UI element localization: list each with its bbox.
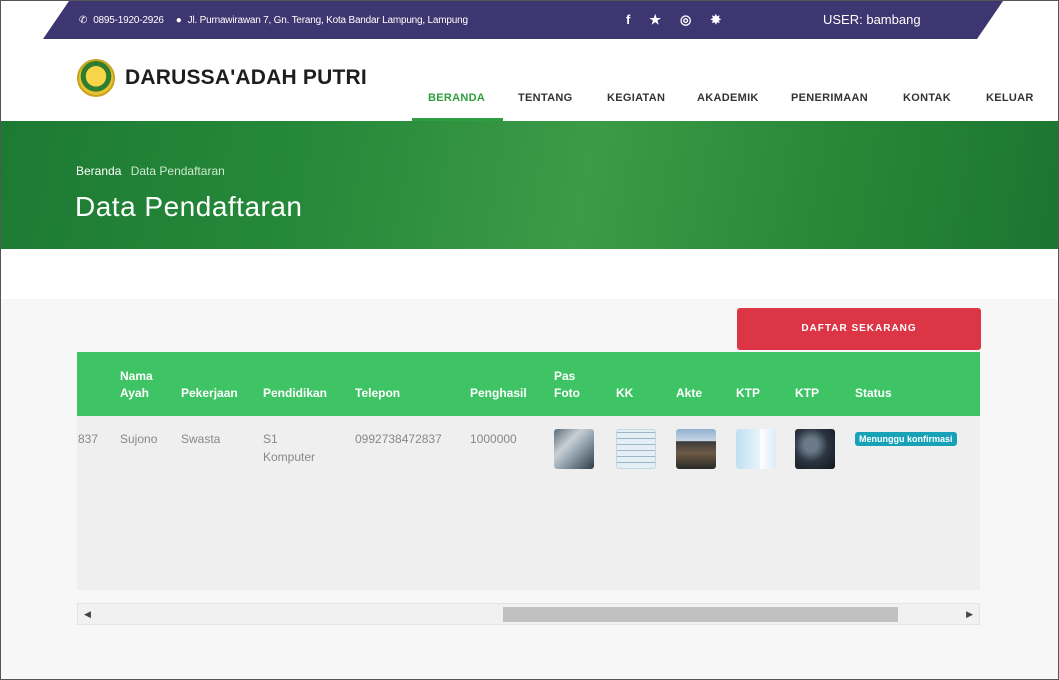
dribbble-icon[interactable]: ✸: [710, 12, 721, 28]
nav-penerimaan[interactable]: PENERIMAAN: [791, 92, 868, 104]
col-nama-ayah: Nama Ayah: [120, 369, 153, 400]
ktp-2-thumbnail[interactable]: [795, 429, 835, 469]
cell-pekerjaan: Swasta: [181, 432, 221, 446]
user-label: USER: bambang: [823, 12, 921, 27]
content-area: DAFTAR SEKARANG Nama Ayah Pekerjaan Pendi…: [1, 299, 1058, 679]
nav-tentang[interactable]: TENTANG: [518, 92, 572, 104]
page-header: Beranda Data Pendaftaran Data Pendaftara…: [1, 121, 1058, 249]
col-penghasil: Penghasil: [470, 386, 527, 400]
main-navigation: DARUSSA'ADAH PUTRI BERANDA TENTANG KEGIA…: [1, 39, 1058, 121]
col-pendidikan: Pendidikan: [263, 386, 328, 400]
nav-akademik[interactable]: AKADEMIK: [697, 92, 759, 104]
horizontal-scrollbar[interactable]: ◀ ▶: [77, 603, 980, 625]
col-pekerjaan: Pekerjaan: [181, 386, 238, 400]
table-header: Nama Ayah Pekerjaan Pendidikan Telepon Pe…: [77, 352, 980, 416]
page-title: Data Pendaftaran: [75, 191, 303, 222]
daftar-sekarang-button[interactable]: DAFTAR SEKARANG: [737, 308, 981, 350]
col-akte: Akte: [676, 386, 703, 400]
school-logo[interactable]: [77, 59, 115, 97]
col-ktp-1: KTP: [736, 386, 760, 400]
cell-telepon: 0992738472837: [355, 432, 442, 446]
top-bar: ✆ 0895-1920-2926 ● Jl. Purnawirawan 7, G…: [43, 1, 1003, 39]
akte-thumbnail[interactable]: [676, 429, 716, 469]
col-pas-foto: Pas Foto: [554, 369, 580, 400]
col-kk: KK: [616, 386, 634, 400]
nav-keluar[interactable]: KELUAR: [986, 92, 1034, 104]
twitter-icon[interactable]: ★: [649, 12, 661, 28]
nav-kegiatan[interactable]: KEGIATAN: [607, 92, 665, 104]
facebook-icon[interactable]: f: [626, 12, 630, 28]
cell-nama-ayah: Sujono: [120, 432, 158, 446]
cell-penghasil: 1000000: [470, 432, 517, 446]
nav-kontak[interactable]: KONTAK: [903, 92, 951, 104]
kk-thumbnail[interactable]: [616, 429, 656, 469]
address-text: Jl. Purnawirawan 7, Gn. Terang, Kota Ban…: [187, 15, 468, 26]
phone-icon: ✆: [79, 15, 88, 26]
breadcrumb-home[interactable]: Beranda: [76, 164, 121, 178]
registration-table: Nama Ayah Pekerjaan Pendidikan Telepon Pe…: [77, 352, 980, 590]
phone-number: 0895-1920-2926: [93, 15, 164, 26]
nav-beranda[interactable]: BERANDA: [428, 92, 485, 104]
brand-name[interactable]: DARUSSA'ADAH PUTRI: [125, 66, 367, 90]
pas-foto-thumbnail[interactable]: [554, 429, 594, 469]
cell-pendidikan: S1 Komputer: [263, 432, 316, 464]
instagram-icon[interactable]: ◎: [680, 12, 691, 28]
breadcrumb-current: Data Pendaftaran: [130, 164, 225, 178]
contact-info: ✆ 0895-1920-2926 ● Jl. Purnawirawan 7, G…: [79, 15, 468, 26]
location-icon: ●: [175, 15, 182, 26]
cell-cut-value: 837: [78, 432, 99, 446]
col-ktp-2: KTP: [795, 386, 819, 400]
scroll-left-arrow-icon[interactable]: ◀: [84, 609, 91, 620]
page: ✆ 0895-1920-2926 ● Jl. Purnawirawan 7, G…: [0, 0, 1059, 680]
ktp-1-thumbnail[interactable]: [736, 429, 776, 469]
col-status: Status: [855, 386, 892, 400]
scrollbar-thumb[interactable]: [503, 607, 898, 622]
scroll-right-arrow-icon[interactable]: ▶: [966, 609, 973, 620]
breadcrumb: Beranda Data Pendaftaran: [76, 164, 225, 178]
social-links: f ★ ◎ ✸: [626, 12, 721, 28]
status-badge: Menunggu konfirmasi: [855, 432, 957, 446]
col-telepon: Telepon: [355, 386, 401, 400]
